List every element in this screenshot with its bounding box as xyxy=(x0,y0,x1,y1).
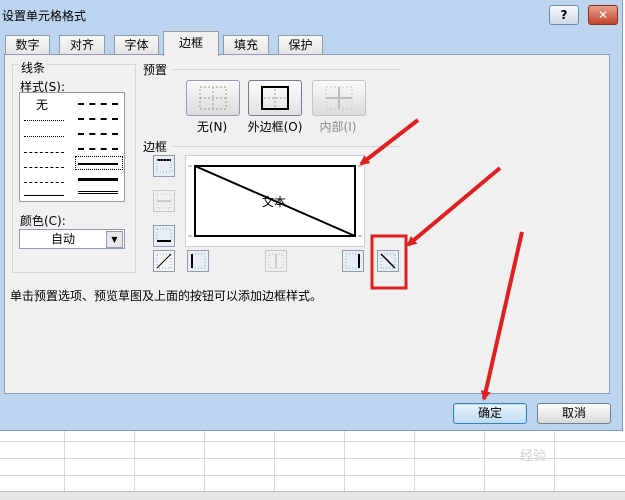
tab-number[interactable]: 数字 xyxy=(5,35,50,55)
preset-inside-button[interactable] xyxy=(312,80,366,116)
border-bottom-icon xyxy=(156,228,172,242)
grid-line xyxy=(344,431,345,499)
border-diagonal-down-button[interactable] xyxy=(377,250,399,272)
grid-line xyxy=(134,431,135,499)
grid-line xyxy=(414,431,415,499)
style-dashed[interactable] xyxy=(24,182,64,183)
style-thin[interactable] xyxy=(24,195,64,196)
grid-line xyxy=(0,441,625,442)
preset-outline-button[interactable] xyxy=(248,80,302,116)
tab-fill[interactable]: 填充 xyxy=(223,35,269,55)
border-left-button[interactable] xyxy=(187,250,209,272)
tab-border[interactable]: 边框 xyxy=(163,31,219,56)
tab-font[interactable]: 字体 xyxy=(114,35,159,55)
style-medium-dash-dot[interactable] xyxy=(78,133,118,135)
border-divider xyxy=(172,146,400,147)
close-button[interactable]: ✕ xyxy=(588,5,618,25)
border-right-button[interactable] xyxy=(342,250,364,272)
style-selection-focus xyxy=(75,156,123,170)
color-value: 自动 xyxy=(50,232,75,246)
title-bar[interactable]: 设置单元格格式 ? ✕ xyxy=(0,0,622,28)
grid-line xyxy=(484,431,485,499)
preset-inside-icon xyxy=(325,86,353,110)
ok-button[interactable]: 确定 xyxy=(453,403,527,424)
preview-text: 文本 xyxy=(262,195,287,209)
border-bottom-button[interactable] xyxy=(153,225,175,247)
style-thick[interactable] xyxy=(78,178,118,181)
preset-inside-label: 内部(I) xyxy=(319,120,357,134)
spreadsheet-background xyxy=(0,431,625,499)
format-cells-dialog: 设置单元格格式 ? ✕ 数字 对齐 字体 边框 填充 保护 线条 样式(S): … xyxy=(0,0,623,431)
dialog-title: 设置单元格格式 xyxy=(2,9,87,23)
border-title: 边框 xyxy=(143,140,168,154)
style-medium-dashed[interactable] xyxy=(78,148,118,150)
grid-line xyxy=(0,475,625,476)
style-medium-dash-dot-dot[interactable] xyxy=(78,103,118,105)
diagonal-down-icon xyxy=(380,253,396,269)
watermark-text: 经验 xyxy=(520,449,547,464)
border-left-icon xyxy=(191,253,206,269)
border-inside-horizontal-button[interactable] xyxy=(153,190,175,212)
style-dotted[interactable] xyxy=(24,136,64,137)
color-label: 颜色(C): xyxy=(20,214,66,228)
diagonal-up-icon xyxy=(156,253,172,269)
border-top-icon xyxy=(156,159,172,173)
grid-line xyxy=(204,431,205,499)
grid-line xyxy=(64,431,65,499)
color-dropdown[interactable]: 自动 ▼ xyxy=(19,229,125,249)
style-dash-dot-dot[interactable] xyxy=(24,152,64,153)
border-top-button[interactable] xyxy=(153,155,175,177)
description-text: 单击预置选项、预览草图及上面的按钮可以添加边框样式。 xyxy=(10,289,323,303)
grid-line xyxy=(274,431,275,499)
line-style-list[interactable]: 无 xyxy=(19,92,125,202)
style-hair[interactable] xyxy=(24,120,64,121)
tab-protection[interactable]: 保护 xyxy=(278,35,323,55)
preset-outline-label: 外边框(O) xyxy=(247,120,303,134)
preset-outline-icon xyxy=(261,86,289,110)
border-inside-vertical-button[interactable] xyxy=(265,250,287,272)
presets-divider xyxy=(172,69,400,70)
border-diagonal-up-button[interactable] xyxy=(153,250,175,272)
help-button[interactable]: ? xyxy=(549,5,579,25)
border-right-icon xyxy=(345,253,360,269)
cancel-button[interactable]: 取消 xyxy=(537,403,611,424)
line-group-title: 线条 xyxy=(19,59,48,76)
border-preview[interactable]: 文本 xyxy=(185,155,365,247)
border-inside-vertical-icon xyxy=(268,253,284,269)
dropdown-arrow-icon[interactable]: ▼ xyxy=(106,231,123,248)
presets-title: 预置 xyxy=(143,63,168,77)
preset-none-label: 无(N) xyxy=(196,120,228,134)
border-inside-horizontal-icon xyxy=(156,193,172,209)
preset-none-icon xyxy=(199,86,227,110)
grid-line xyxy=(554,431,555,499)
style-slant-dash-dot[interactable] xyxy=(78,118,118,120)
preset-none-button[interactable] xyxy=(186,80,240,116)
tab-alignment[interactable]: 对齐 xyxy=(59,35,105,55)
style-none-option[interactable]: 无 xyxy=(36,96,48,113)
style-dash-dot[interactable] xyxy=(24,167,64,168)
style-double[interactable] xyxy=(78,191,118,194)
